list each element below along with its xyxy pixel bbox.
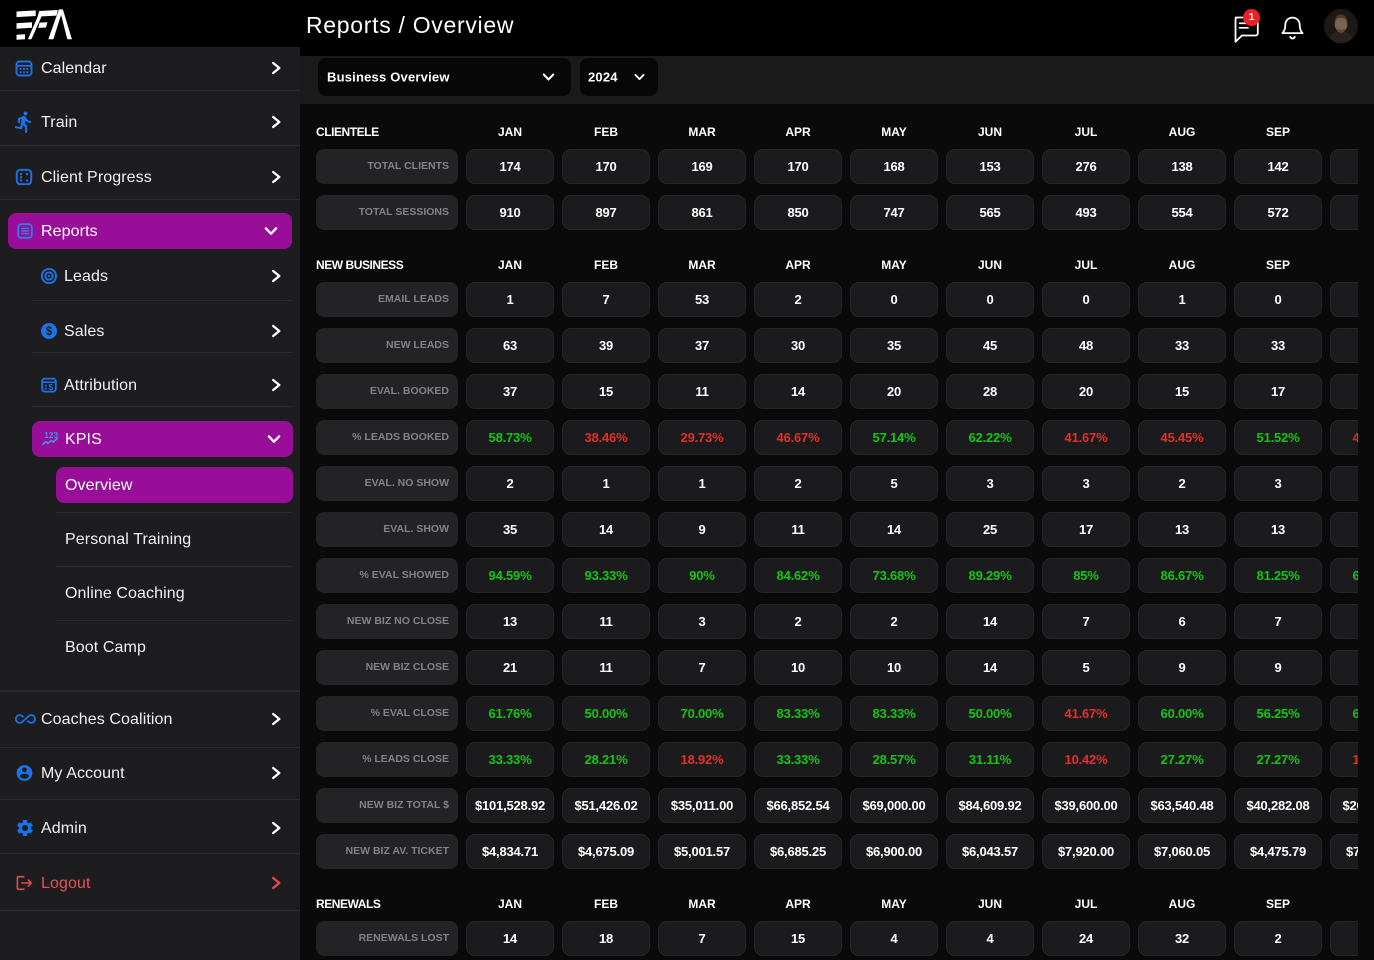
svg-text:$: $: [48, 382, 53, 392]
svg-text:$: $: [46, 326, 53, 338]
